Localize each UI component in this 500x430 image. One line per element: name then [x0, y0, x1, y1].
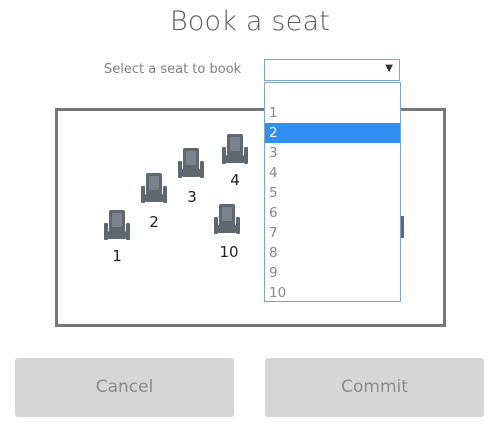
seat-4[interactable]	[222, 134, 248, 166]
seat-1[interactable]	[104, 210, 130, 242]
seat-dropdown-list[interactable]: 1 2 3 4 5 6 7 8 9 10	[264, 82, 401, 302]
seat-icon	[178, 148, 204, 179]
seat-icon	[222, 134, 248, 165]
seat-icon	[104, 210, 130, 241]
book-seat-page: Book a seat Select a seat to book ▼ 1 2 …	[0, 0, 500, 430]
dropdown-option-6[interactable]: 6	[265, 203, 400, 223]
seat-2-label: 2	[149, 213, 159, 231]
seat-icon	[214, 204, 240, 235]
seat-10[interactable]	[214, 204, 240, 236]
cancel-button[interactable]: Cancel	[15, 358, 234, 417]
dropdown-option-10[interactable]: 10	[265, 283, 400, 303]
seat-3[interactable]	[178, 148, 204, 180]
seat-2[interactable]	[141, 173, 167, 205]
dropdown-option-9[interactable]: 9	[265, 263, 400, 283]
seat-10-label: 10	[219, 243, 239, 261]
seat-3-label: 3	[187, 188, 197, 206]
seat-4-label: 4	[230, 171, 240, 189]
dropdown-option-7[interactable]: 7	[265, 223, 400, 243]
dropdown-option-2[interactable]: 2	[265, 123, 400, 143]
dropdown-option-1[interactable]: 1	[265, 103, 400, 123]
dropdown-option-4[interactable]: 4	[265, 163, 400, 183]
seat-select-label: Select a seat to book	[104, 62, 242, 77]
dropdown-option-3[interactable]: 3	[265, 143, 400, 163]
seat-select[interactable]: ▼	[264, 59, 400, 81]
seat-icon	[141, 173, 167, 204]
triangle-down-icon[interactable]: ▼	[385, 63, 393, 74]
seat-1-label: 1	[112, 247, 122, 265]
dropdown-option-5[interactable]: 5	[265, 183, 400, 203]
commit-button[interactable]: Commit	[265, 358, 484, 417]
page-title: Book a seat	[169, 6, 331, 37]
dropdown-option-8[interactable]: 8	[265, 243, 400, 263]
